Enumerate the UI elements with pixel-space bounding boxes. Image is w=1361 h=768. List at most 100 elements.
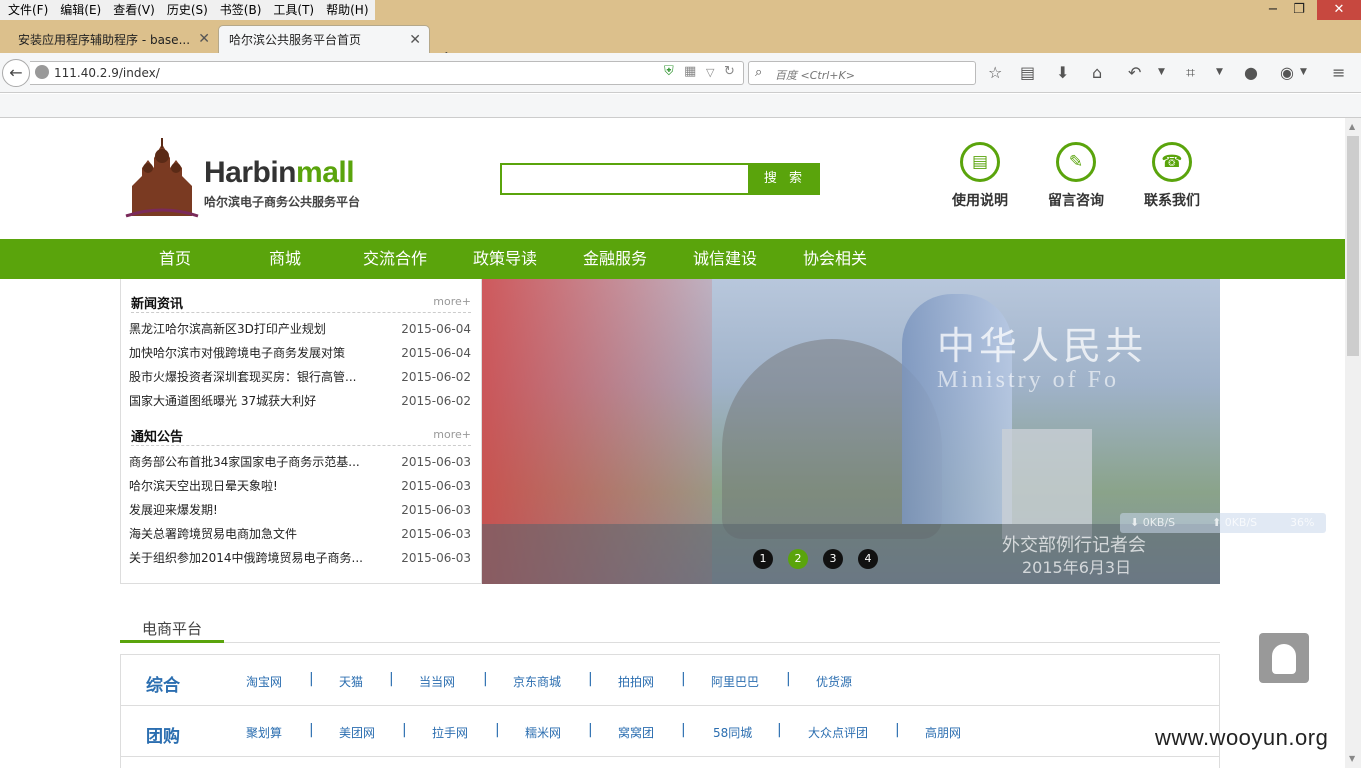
url-text[interactable]: 111.40.2.9/index/	[54, 66, 160, 80]
scroll-thumb[interactable]	[1347, 136, 1359, 356]
chat-icon[interactable]: ●	[1244, 63, 1258, 82]
menu-help[interactable]: 帮助(H)	[320, 0, 374, 20]
nav-home[interactable]: 首页	[120, 239, 230, 279]
clipboard-icon[interactable]: ▤	[1020, 63, 1035, 82]
menu-tools[interactable]: 工具(T)	[267, 0, 320, 20]
bookmark-bar	[0, 94, 1361, 118]
separator: |	[309, 671, 314, 687]
qr-icon[interactable]: ▦	[684, 64, 696, 79]
separator: |	[588, 722, 593, 738]
menu-edit[interactable]: 编辑(E)	[54, 0, 107, 20]
star-icon[interactable]: ☆	[988, 63, 1002, 82]
globe-icon	[35, 65, 49, 79]
nav-finance[interactable]: 金融服务	[560, 239, 670, 279]
list-item[interactable]: 哈尔滨天空出现日晕天象啦! 2015-06-03	[129, 474, 471, 498]
platform-link[interactable]: 优货源	[816, 673, 852, 690]
tab-title: 哈尔滨公共服务平台首页	[229, 33, 362, 47]
browser-search-bar[interactable]: ⌕ 百度 <Ctrl+K>	[748, 61, 976, 85]
close-icon[interactable]: ✕	[198, 31, 210, 47]
carousel-dot-3[interactable]: 3	[823, 549, 843, 569]
platform-link[interactable]: 窝窝团	[618, 724, 654, 741]
site-logo[interactable]: Harbinmall 哈尔滨电子商务公共服务平台	[124, 138, 384, 220]
back-button[interactable]: ←	[2, 59, 30, 87]
platform-section-header: 电商平台	[120, 613, 1220, 643]
chevron-down-icon[interactable]: ▼	[1216, 67, 1223, 77]
list-item[interactable]: 发展迎来爆发期! 2015-06-03	[129, 498, 471, 522]
platform-link[interactable]: 淘宝网	[246, 673, 282, 690]
carousel-dot-4[interactable]: 4	[858, 549, 878, 569]
news-more-link[interactable]: more+	[433, 295, 471, 308]
home-icon[interactable]: ⌂	[1092, 63, 1102, 82]
nav-association[interactable]: 协会相关	[780, 239, 890, 279]
list-item[interactable]: 加快哈尔滨市对俄跨境电子商务发展对策 2015-06-04	[129, 341, 471, 365]
platform-link[interactable]: 天猫	[339, 673, 363, 690]
crop-icon[interactable]: ⌗	[1186, 63, 1195, 83]
list-item[interactable]: 关于组织参加2014中俄跨境贸易电子商务... 2015-06-03	[129, 546, 471, 570]
nav-credit[interactable]: 诚信建设	[670, 239, 780, 279]
vertical-scrollbar[interactable]: ▲ ▼	[1345, 118, 1361, 768]
upload-widget[interactable]	[1259, 633, 1309, 683]
list-item[interactable]: 国家大通道图纸曝光 37城获大利好 2015-06-02	[129, 389, 471, 413]
network-speed-widget[interactable]: ⬇ 0KB/S ⬆ 0KB/S 36%	[1120, 513, 1326, 533]
banner-carousel[interactable]: 中华人民共 Ministry of Fo 外交部例行记者会 2015年6月3日 …	[482, 279, 1220, 584]
separator: |	[495, 722, 500, 738]
link-message[interactable]: ✎ 留言咨询	[1036, 142, 1116, 210]
tab-harbin-home[interactable]: 哈尔滨公共服务平台首页 ✕	[218, 25, 430, 53]
search-placeholder: 百度 <Ctrl+K>	[775, 69, 855, 82]
platform-link[interactable]: 当当网	[419, 673, 455, 690]
list-item[interactable]: 海关总署跨境贸易电商加急文件 2015-06-03	[129, 522, 471, 546]
nav-cooperation[interactable]: 交流合作	[340, 239, 450, 279]
download-icon[interactable]: ⬇	[1056, 63, 1069, 82]
site-search-input[interactable]	[500, 163, 750, 195]
platform-link[interactable]: 糯米网	[525, 724, 561, 741]
undo-icon[interactable]: ↶	[1128, 63, 1141, 82]
carousel-dot-2[interactable]: 2	[788, 549, 808, 569]
news-title: 新闻资讯	[131, 297, 184, 312]
platform-link[interactable]: 京东商城	[513, 673, 561, 690]
platform-link[interactable]: 阿里巴巴	[711, 673, 759, 690]
shield-icon[interactable]: ⛨	[664, 64, 674, 79]
separator: |	[588, 671, 593, 687]
list-item[interactable]: 黑龙江哈尔滨高新区3D打印产业规划 2015-06-04	[129, 317, 471, 341]
url-bar[interactable]: 111.40.2.9/index/ ⛨ ▦ ▽ ↻	[30, 61, 744, 85]
separator: |	[309, 722, 314, 738]
menu-history[interactable]: 历史(S)	[161, 0, 214, 20]
separator: |	[681, 671, 686, 687]
platform-link[interactable]: 聚划算	[246, 724, 282, 741]
hamburger-menu-icon[interactable]: ≡	[1332, 63, 1345, 82]
link-contact[interactable]: ☎ 联系我们	[1132, 142, 1212, 210]
platform-link[interactable]: 高朋网	[925, 724, 961, 741]
nav-policy[interactable]: 政策导读	[450, 239, 560, 279]
scroll-down-icon[interactable]: ▼	[1349, 754, 1355, 763]
maximize-button[interactable]: ❐	[1285, 0, 1313, 20]
close-window-button[interactable]: ✕	[1317, 0, 1361, 20]
platform-link[interactable]: 拍拍网	[618, 673, 654, 690]
menu-view[interactable]: 查看(V)	[107, 0, 161, 20]
scroll-up-icon[interactable]: ▲	[1349, 122, 1355, 131]
top-link-label: 使用说明	[952, 193, 1008, 209]
reload-icon[interactable]: ↻	[724, 64, 735, 79]
search-icon: ⌕	[755, 65, 763, 80]
list-item[interactable]: 股市火爆投资者深圳套现买房：银行高管... 2015-06-02	[129, 365, 471, 389]
platform-link[interactable]: 大众点评团	[808, 724, 868, 741]
nav-mall[interactable]: 商城	[230, 239, 340, 279]
menu-bookmarks[interactable]: 书签(B)	[214, 0, 268, 20]
notice-more-link[interactable]: more+	[433, 428, 471, 441]
minimize-button[interactable]: −	[1259, 0, 1287, 20]
chevron-down-icon[interactable]: ▼	[1300, 67, 1307, 77]
list-item[interactable]: 商务部公布首批34家国家电子商务示范基... 2015-06-03	[129, 450, 471, 474]
chevron-down-icon[interactable]: ▼	[1158, 67, 1165, 77]
close-icon[interactable]: ✕	[409, 32, 421, 48]
platform-link[interactable]: 58同城	[713, 724, 752, 741]
profile-icon[interactable]: ◉	[1280, 63, 1294, 82]
carousel-dot-1[interactable]: 1	[753, 549, 773, 569]
tab-helper-app[interactable]: 安装应用程序辅助程序 - base... ✕	[8, 25, 218, 53]
site-search-button[interactable]: 搜 索	[750, 163, 820, 195]
platform-link[interactable]: 拉手网	[432, 724, 468, 741]
platform-link[interactable]: 美团网	[339, 724, 375, 741]
link-usage-guide[interactable]: ▤ 使用说明	[940, 142, 1020, 210]
platform-row-general: 综合 淘宝网 | 天猫 | 当当网 | 京东商城 | 拍拍网 | 阿里巴巴 | …	[121, 655, 1219, 706]
menu-file[interactable]: 文件(F)	[2, 0, 54, 20]
dropdown-icon[interactable]: ▽	[706, 66, 714, 79]
news-header: 新闻资讯 more+	[131, 289, 471, 313]
